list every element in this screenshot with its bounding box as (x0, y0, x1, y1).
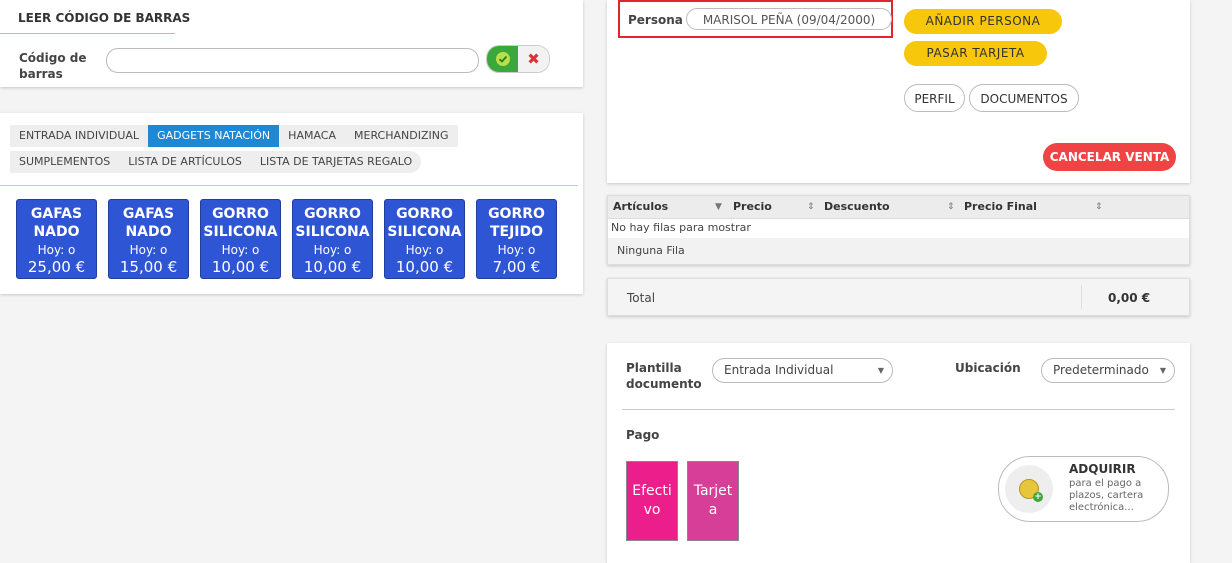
add-person-button[interactable]: AÑADIR PERSONA (904, 9, 1062, 34)
product-button[interactable]: GORRO TEJIDO Hoy: o 7,00 € (476, 199, 557, 279)
products-panel: ENTRADA INDIVIDUAL GADGETS NATACIÓN HAMACA… (0, 113, 583, 294)
column-precio[interactable]: Precio (733, 196, 772, 218)
swipe-card-button[interactable]: PASAR TARJETA (904, 41, 1047, 66)
product-button[interactable]: GAFAS NADO Hoy: o 15,00 € (108, 199, 189, 279)
empty-table-message: No hay filas para mostrar (611, 221, 751, 234)
product-price: 10,00 € (211, 258, 270, 276)
location-label: Ubicación (955, 361, 1021, 375)
product-price: 10,00 € (303, 258, 362, 276)
total-value: 0,00 € (1108, 291, 1151, 305)
acquire-button[interactable]: + ADQUIRIR para el pago a plazos, carter… (998, 456, 1169, 522)
product-today-count: Hoy: o (129, 243, 168, 257)
product-price: 15,00 € (119, 258, 178, 276)
sort-icon[interactable]: ⇕ (947, 196, 955, 218)
column-descuento[interactable]: Descuento (824, 196, 890, 218)
close-icon: ✖ (527, 50, 540, 68)
product-today-count: Hoy: o (405, 243, 444, 257)
tab-entrada-individual[interactable]: ENTRADA INDIVIDUAL (10, 125, 149, 147)
template-label: Plantilla documento (626, 361, 702, 391)
barcode-confirm-button[interactable] (487, 46, 518, 72)
sort-icon[interactable]: ⇕ (1095, 196, 1103, 218)
acquire-title: ADQUIRIR (1069, 462, 1136, 476)
tab-hamaca[interactable]: HAMACA (279, 125, 345, 147)
row-count-text: Ninguna Fila (617, 244, 685, 257)
product-button[interactable]: GAFAS NADO Hoy: o 25,00 € (16, 199, 97, 279)
card-payment-button[interactable]: Tarjet a (687, 461, 739, 541)
persona-field[interactable]: MARISOL PEÑA (09/04/2000) (686, 8, 892, 30)
table-footer: Ninguna Fila (608, 238, 1189, 264)
chevron-down-icon: ▼ (877, 366, 884, 375)
product-today-count: Hoy: o (313, 243, 352, 257)
location-select-value: Predeterminado (1053, 363, 1149, 377)
check-icon (495, 52, 510, 66)
product-price: 7,00 € (492, 258, 541, 276)
product-button[interactable]: GORRO SILICONA Hoy: o 10,00 € (200, 199, 281, 279)
documents-button[interactable]: DOCUMENTOS (969, 84, 1079, 112)
product-name: GORRO SILICONA (387, 206, 462, 240)
cancel-sale-button[interactable]: CANCELAR VENTA (1043, 143, 1176, 171)
category-tabs: ENTRADA INDIVIDUAL GADGETS NATACIÓN HAMACA… (10, 125, 550, 173)
total-divider (1081, 285, 1082, 309)
document-payment-panel: Plantilla documento Entrada Individual ▼… (607, 343, 1190, 563)
payment-title: Pago (626, 428, 660, 442)
barcode-title: LEER CÓDIGO DE BARRAS (18, 11, 191, 25)
barcode-cancel-button[interactable]: ✖ (518, 46, 549, 72)
product-today-count: Hoy: o (221, 243, 260, 257)
tab-lista-de-artículos[interactable]: LISTA DE ARTÍCULOS (119, 151, 251, 173)
total-panel: Total 0,00 € (607, 278, 1190, 316)
acquire-description: para el pago a plazos, cartera electróni… (1069, 478, 1144, 513)
product-button[interactable]: GORRO SILICONA Hoy: o 10,00 € (292, 199, 373, 279)
persona-selector: Persona MARISOL PEÑA (09/04/2000) (618, 0, 893, 38)
barcode-input[interactable] (106, 48, 479, 73)
document-divider (622, 409, 1175, 410)
product-name: GAFAS NADO (122, 206, 175, 240)
barcode-actions: ✖ (486, 45, 550, 73)
location-select[interactable]: Predeterminado ▼ (1041, 358, 1175, 383)
sort-desc-icon[interactable]: ▼ (715, 196, 722, 218)
tab-merchandizing[interactable]: MERCHANDIZING (345, 125, 458, 147)
product-today-count: Hoy: o (497, 243, 536, 257)
tab-lista-de-tarjetas-regalo[interactable]: LISTA DE TARJETAS REGALO (250, 151, 422, 173)
product-name: GAFAS NADO (30, 206, 83, 240)
template-select-value: Entrada Individual (724, 363, 834, 377)
template-select[interactable]: Entrada Individual ▼ (712, 358, 893, 383)
product-grid: GAFAS NADO Hoy: o 25,00 € GAFAS NADO Hoy: o1… (16, 199, 557, 279)
column-articulos[interactable]: Artículos (613, 196, 668, 218)
barcode-title-underline (0, 33, 175, 34)
product-name: GORRO SILICONA (203, 206, 278, 240)
product-button[interactable]: GORRO SILICONA Hoy: o 10,00 € (384, 199, 465, 279)
tab-sumplementos[interactable]: SUMPLEMENTOS (10, 151, 120, 173)
profile-button[interactable]: PERFIL (904, 84, 965, 112)
chevron-down-icon: ▼ (1159, 366, 1166, 375)
product-price: 25,00 € (27, 258, 86, 276)
cash-payment-button[interactable]: Efecti vo (626, 461, 678, 541)
column-precio-final[interactable]: Precio Final (964, 196, 1037, 218)
product-price: 10,00 € (395, 258, 454, 276)
articles-table: Artículos ▼ Precio ⇕ Descuento ⇕ Precio … (607, 195, 1190, 265)
product-today-count: Hoy: o (37, 243, 76, 257)
product-name: GORRO TEJIDO (488, 206, 545, 240)
tabs-divider (0, 185, 578, 186)
persona-label: Persona (628, 13, 683, 27)
barcode-label: Código de barras (19, 51, 87, 81)
tab-gadgets-natación[interactable]: GADGETS NATACIÓN (148, 125, 280, 147)
table-header: Artículos ▼ Precio ⇕ Descuento ⇕ Precio … (608, 196, 1189, 219)
sort-icon[interactable]: ⇕ (807, 196, 815, 218)
persona-panel: Persona MARISOL PEÑA (09/04/2000) AÑADIR… (607, 0, 1190, 183)
total-label: Total (627, 291, 656, 305)
product-name: GORRO SILICONA (295, 206, 370, 240)
barcode-panel: LEER CÓDIGO DE BARRAS Código de barras ✖ (0, 0, 583, 87)
coin-add-icon: + (1005, 465, 1053, 513)
